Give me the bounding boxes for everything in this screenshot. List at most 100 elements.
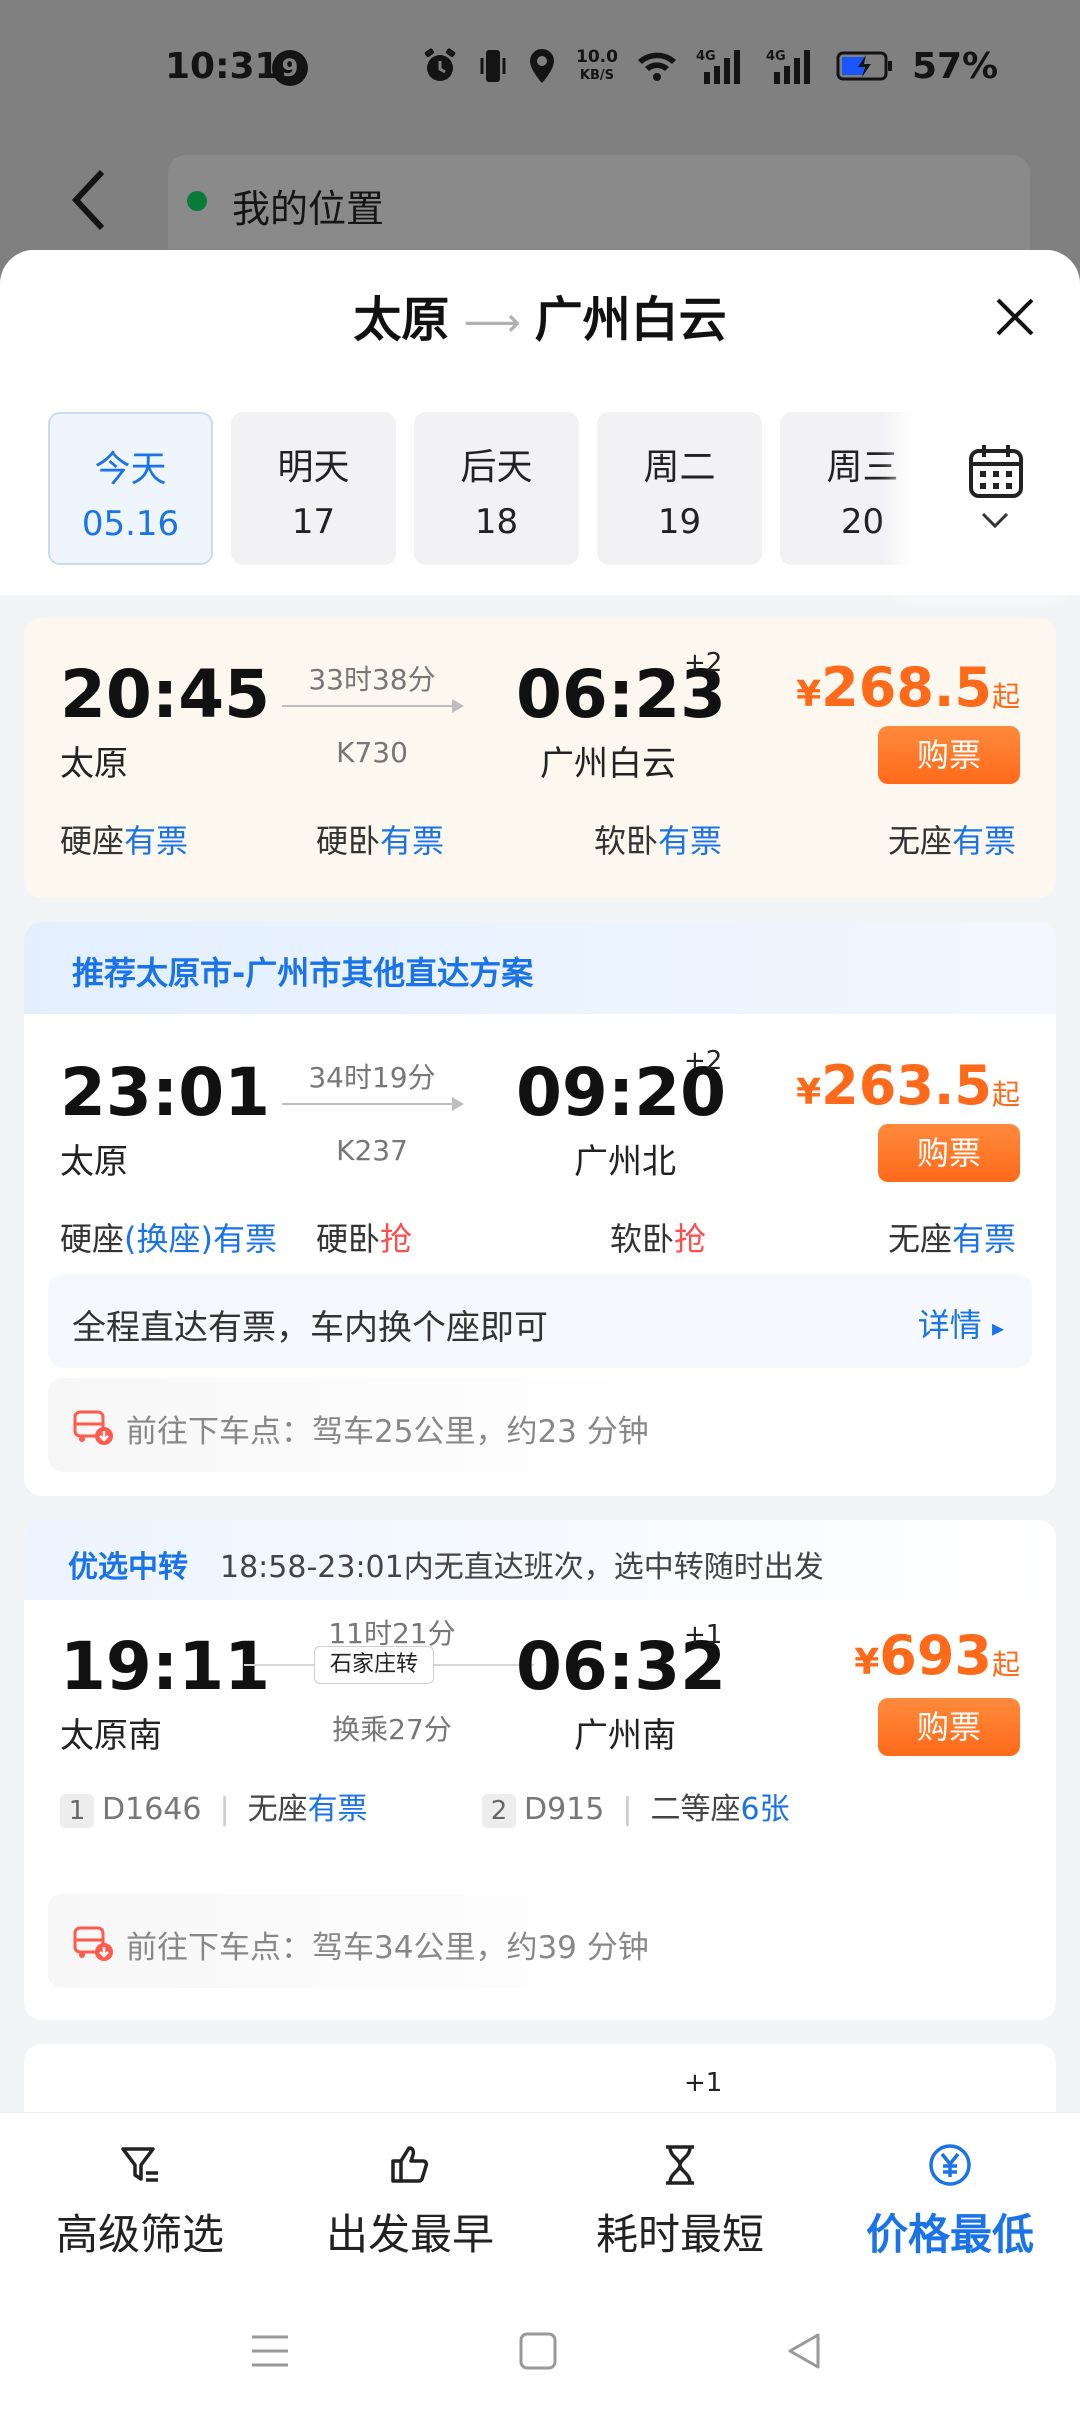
home-nav-icon[interactable] (518, 2331, 558, 2371)
chevron-down-icon (981, 512, 1009, 529)
details-link-label: 详情 (917, 1306, 982, 1344)
drive-info[interactable]: 前往下车点：驾车34公里，约39 分钟 (48, 1894, 649, 1988)
transfer-desc: 18:58-23:01内无直达班次，选中转随时出发 (220, 1550, 824, 1585)
seat-name: 硬卧 (316, 1220, 381, 1258)
route-line (282, 1097, 464, 1111)
status-bar: 10:31 9 10.0 KB/S 4G 4G 57% (0, 0, 1080, 140)
drive-info[interactable]: 前往下车点：驾车25公里，约23 分钟 (48, 1378, 649, 1472)
price: ¥268.5起 (796, 656, 1020, 719)
leg-train: D1646 (102, 1792, 202, 1827)
date-label: 周二 (643, 447, 716, 488)
seat-name: 无座 (888, 822, 953, 860)
leg-status: 6张 (740, 1792, 790, 1827)
price-symbol: ¥ (796, 674, 822, 715)
shortest-duration-button[interactable]: 耗时最短 (545, 2143, 815, 2262)
buy-ticket-button[interactable]: 购票 (878, 726, 1020, 784)
location-dot-icon (187, 191, 207, 211)
back-nav-icon[interactable] (784, 2331, 824, 2371)
sort-toolbar: 高级筛选 出发最早 耗时最短 价格最低 (0, 2112, 1080, 2287)
seat-status: 有票 (213, 1220, 278, 1258)
seat-hard-seat: 硬座(换座)有票 (60, 1214, 277, 1260)
departure-station: 太原 (60, 744, 128, 784)
leg-train: D915 (524, 1792, 605, 1827)
to-city: 广州白云 (534, 292, 727, 348)
signal-4g-icon-2: 4G (766, 49, 810, 84)
seat-no-seat: 无座有票 (888, 816, 1016, 862)
system-nav-bar (0, 2287, 1080, 2412)
shortest-duration-label: 耗时最短 (595, 2210, 764, 2259)
price-suffix: 起 (991, 1648, 1020, 1681)
drive-info-text: 前往下车点：驾车25公里，约23 分钟 (126, 1414, 649, 1450)
date-tab-today[interactable]: 今天 05.16 (48, 412, 213, 565)
status-icons: 10.0 KB/S 4G 4G 57% (420, 44, 998, 88)
train-card-k730[interactable]: 20:45 太原 33时38分 K730 06:23 +2 广州白云 ¥268.… (24, 618, 1056, 898)
price: ¥263.5起 (796, 1054, 1020, 1117)
day-offset: +1 (684, 1620, 723, 1650)
leg-seat: 二等座 (650, 1792, 741, 1827)
leg-1: 1 D1646 | 无座有票 (60, 1784, 368, 1828)
lowest-price-button[interactable]: 价格最低 (815, 2143, 1080, 2262)
filter-icon (121, 2147, 158, 2182)
from-city: 太原 (353, 292, 450, 348)
day-offset: +2 (684, 1046, 723, 1076)
day-offset: +1 (684, 2068, 723, 2098)
calendar-button[interactable] (912, 385, 1080, 595)
duration: 33时38分 (308, 663, 436, 696)
date-value: 18 (474, 502, 519, 542)
date-value: 05.16 (81, 504, 180, 544)
departure-station: 太原南 (60, 1716, 162, 1756)
price-suffix: 起 (991, 680, 1020, 713)
seat-change-info[interactable]: 全程直达有票，车内换个座即可 详情 ▸ (48, 1274, 1032, 1368)
departure-time: 19:11 (60, 1628, 271, 1705)
seat-soft-sleeper: 软卧有票 (594, 816, 722, 862)
details-link[interactable]: 详情 ▸ (918, 1300, 1004, 1346)
menu-nav-icon[interactable] (250, 2331, 290, 2371)
seat-extra: (换座) (124, 1220, 213, 1258)
wifi-icon (637, 52, 676, 81)
net-speed-unit: KB/S (579, 67, 615, 83)
vibrate-icon (480, 50, 506, 82)
date-tab-tomorrow[interactable]: 明天 17 (231, 412, 396, 565)
close-icon[interactable] (990, 292, 1040, 342)
recommend-banner-text: 推荐太原市-广州市其他直达方案 (72, 954, 534, 992)
seat-status: 抢 (380, 1220, 413, 1258)
filter-label: 高级筛选 (55, 2210, 224, 2259)
route-line (282, 699, 464, 713)
route-arrow-icon: ⟶ (463, 300, 521, 346)
location-icon (530, 49, 554, 83)
seat-soft-sleeper: 软卧抢 (610, 1214, 706, 1260)
seat-hard-sleeper: 硬卧抢 (316, 1214, 412, 1260)
seat-status: 有票 (952, 1220, 1017, 1258)
leg-status: 有票 (307, 1792, 368, 1827)
train-number: K237 (336, 1134, 408, 1167)
arrival-station: 广州北 (574, 1142, 676, 1182)
price-symbol: ¥ (796, 1072, 822, 1113)
seat-name: 无座 (888, 1220, 953, 1258)
seat-name: 硬座 (60, 1220, 125, 1258)
date-tab-day-after[interactable]: 后天 18 (414, 412, 579, 565)
net-speed-value: 10.0 (576, 46, 618, 67)
departure-station: 太原 (60, 1142, 128, 1182)
seat-status: 有票 (658, 822, 723, 860)
filter-button[interactable]: 高级筛选 (5, 2143, 275, 2262)
buy-ticket-button[interactable]: 购票 (878, 1698, 1020, 1756)
train-list-sheet: 太原 ⟶ 广州白云 今天 05.16 明天 17 后天 18 周二 19 周三 20 20:4… (0, 250, 1080, 2412)
svg-text:4G: 4G (696, 49, 716, 64)
train-card-k237[interactable]: 推荐太原市-广州市其他直达方案 23:01 太原 34时19分 K237 09:… (24, 922, 1056, 1496)
seat-name: 软卧 (610, 1220, 675, 1258)
earliest-departure-button[interactable]: 出发最早 (275, 2143, 545, 2262)
date-tab-tuesday[interactable]: 周二 19 (597, 412, 762, 565)
leg-seat: 无座 (247, 1792, 308, 1827)
transfer-card[interactable]: 优选中转 18:58-23:01内无直达班次，选中转随时出发 19:11 太原南… (24, 1520, 1056, 2020)
transfer-banner: 优选中转 18:58-23:01内无直达班次，选中转随时出发 (24, 1520, 1056, 1600)
arrival-station: 广州南 (574, 1716, 676, 1756)
seat-no-seat: 无座有票 (888, 1214, 1016, 1260)
back-arrow-icon[interactable] (68, 168, 108, 232)
duration: 34时19分 (308, 1061, 436, 1094)
seat-name: 硬卧 (316, 822, 381, 860)
seat-name: 软卧 (594, 822, 659, 860)
battery-charging-icon (836, 51, 892, 81)
seat-status: 有票 (952, 822, 1017, 860)
buy-ticket-button[interactable]: 购票 (878, 1124, 1020, 1182)
recommend-banner: 推荐太原市-广州市其他直达方案 (24, 922, 1056, 1014)
